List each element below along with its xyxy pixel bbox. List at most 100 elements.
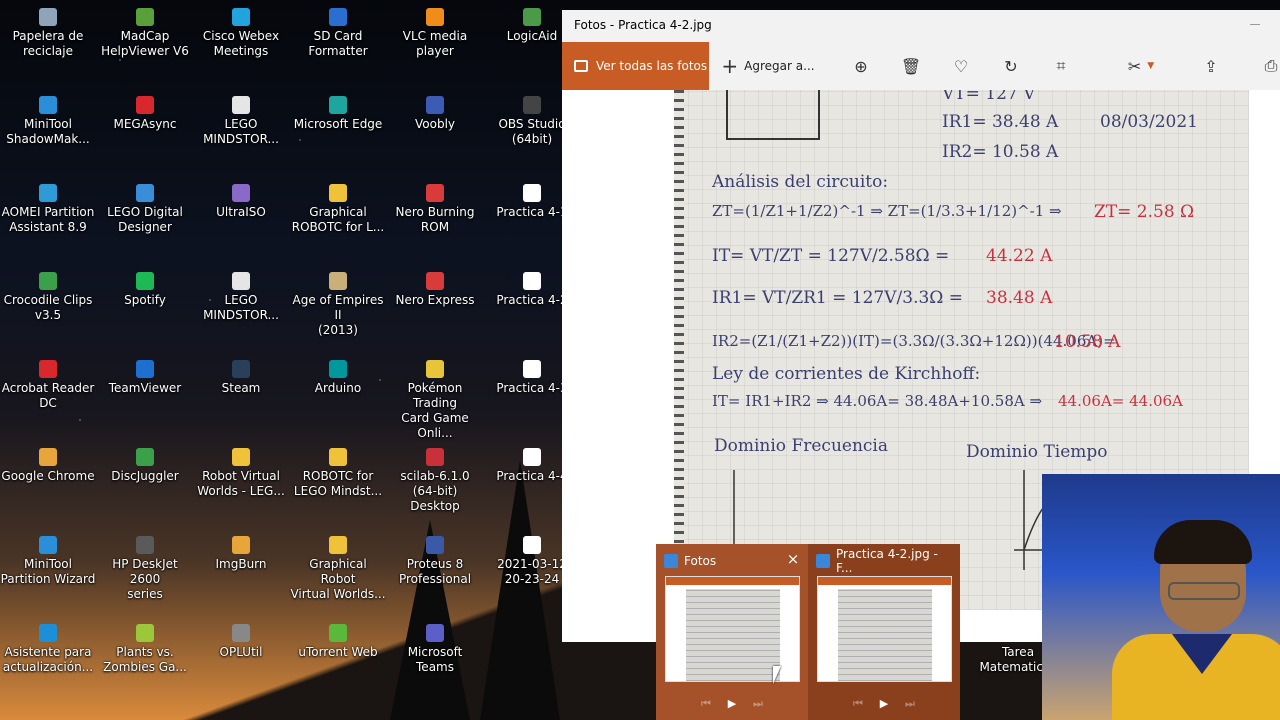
thumbnail-toolbar <box>818 577 951 585</box>
desktop-icon[interactable]: OPLUtil <box>193 624 289 660</box>
chevron-down-icon: ▼ <box>1147 61 1155 71</box>
desktop-icon[interactable]: Pokémon Trading Card Game Onli... <box>387 360 483 441</box>
edit-tools-icon: ✂ <box>1127 56 1142 76</box>
edit-button[interactable]: ✂ ▼ <box>1120 42 1162 90</box>
desktop-icon-label: VLC media player <box>402 29 468 58</box>
app-icon <box>426 624 444 642</box>
desktop-icon[interactable]: MiniTool Partition Wizard <box>0 536 96 587</box>
app-icon <box>329 448 347 466</box>
kirchhoff-result: 44.06A= 44.06A <box>1058 392 1183 410</box>
desktop-icon[interactable]: Nero Burning ROM <box>387 184 483 235</box>
app-icon <box>523 8 541 26</box>
desktop-icon[interactable]: scilab-6.1.0 (64-bit) Desktop <box>387 448 483 514</box>
play-icon[interactable]: ▶ <box>722 694 742 714</box>
desktop-icon[interactable]: Nero Express <box>387 272 483 308</box>
zoom-button[interactable]: ⊕ <box>846 42 876 90</box>
close-icon[interactable]: × <box>784 550 802 568</box>
desktop-icon[interactable]: LEGO MINDSTOR... <box>193 272 289 323</box>
desktop-icon[interactable]: Arduino <box>290 360 386 396</box>
desktop-icon[interactable]: SD Card Formatter <box>290 8 386 59</box>
desktop-icon[interactable]: LEGO Digital Designer <box>97 184 193 235</box>
desktop-icon[interactable]: VLC media player <box>387 8 483 59</box>
desktop-icon-label: Nero Express <box>395 293 475 307</box>
favorite-button[interactable]: ♡ <box>946 42 976 90</box>
date-text: 08/03/2021 <box>1100 112 1198 132</box>
desktop-icon[interactable]: Voobly <box>387 96 483 132</box>
mouse-cursor <box>773 666 781 684</box>
share-button[interactable]: ⇪ <box>1196 42 1226 90</box>
see-all-photos-button[interactable]: Ver todas las fotos <box>562 42 709 90</box>
previous-icon[interactable]: ⏮ <box>848 694 868 714</box>
desktop-icon[interactable]: Crocodile Clips v3.5 <box>0 272 96 323</box>
thumbnail-fotos[interactable]: Fotos × ⏮ ▶ ⏭ <box>656 544 808 720</box>
desktop-icon[interactable]: Microsoft Teams <box>387 624 483 675</box>
app-icon <box>39 8 57 26</box>
heart-icon: ♡ <box>953 56 969 76</box>
app-icon <box>232 624 250 642</box>
photos-gallery-icon <box>574 60 588 72</box>
rotate-button[interactable]: ↻ <box>996 42 1026 90</box>
more-button[interactable]: ⎙ <box>1262 42 1280 90</box>
app-icon <box>329 184 347 202</box>
zoom-in-icon: ⊕ <box>854 56 868 76</box>
desktop-icon[interactable]: ImgBurn <box>193 536 289 572</box>
desktop-icon[interactable]: Graphical Robot Virtual Worlds... <box>290 536 386 602</box>
desktop-icon[interactable]: Asistente para actualización... <box>0 624 96 675</box>
app-icon <box>329 536 347 554</box>
desktop-icon[interactable]: AOMEI Partition Assistant 8.9 <box>0 184 96 235</box>
crop-icon: ⌗ <box>1056 56 1066 75</box>
app-icon <box>232 96 250 114</box>
desktop-icon[interactable]: Plants vs. Zombies Ga... <box>97 624 193 675</box>
minimize-icon[interactable] <box>1250 24 1260 25</box>
desktop-icon[interactable]: uTorrent Web <box>290 624 386 660</box>
desktop-icon[interactable]: MEGAsync <box>97 96 193 132</box>
delete-button[interactable]: 🗑 <box>896 42 926 90</box>
desktop-icon[interactable]: ROBOTC for LEGO Mindst... <box>290 448 386 499</box>
app-icon <box>136 448 154 466</box>
circuit-sketch <box>726 90 820 140</box>
play-icon[interactable]: ▶ <box>874 694 894 714</box>
desktop-icon[interactable]: Spotify <box>97 272 193 308</box>
desktop-icon[interactable]: HP DeskJet 2600 series <box>97 536 193 602</box>
next-icon[interactable]: ⏭ <box>900 694 920 714</box>
thumbnail-toolbar <box>666 577 799 585</box>
app-icon <box>232 448 250 466</box>
desktop-icon-label: Proteus 8 Professional <box>398 557 472 586</box>
desktop-icon[interactable]: LEGO MINDSTOR... <box>193 96 289 147</box>
desktop-icon[interactable]: Graphical ROBOTC for L... <box>290 184 386 235</box>
desktop-icon-label: Papelera de reciclaje <box>12 29 84 58</box>
wallpaper-tree <box>480 460 560 720</box>
previous-icon[interactable]: ⏮ <box>696 694 716 714</box>
add-to-button[interactable]: + Agregar a... <box>718 42 818 90</box>
app-icon <box>232 360 250 378</box>
desktop-icon-label: LEGO MINDSTOR... <box>203 117 279 146</box>
desktop-icon[interactable]: MiniTool ShadowMak... <box>0 96 96 147</box>
app-icon <box>426 96 444 114</box>
desktop-icon[interactable]: Steam <box>193 360 289 396</box>
desktop-icon[interactable]: Cisco Webex Meetings <box>193 8 289 59</box>
desktop-icon[interactable]: Acrobat Reader DC <box>0 360 96 411</box>
desktop-icon-label: Pokémon Trading Card Game Onli... <box>401 381 469 440</box>
desktop-icon[interactable]: Microsoft Edge <box>290 96 386 132</box>
desktop-icon[interactable]: Proteus 8 Professional <box>387 536 483 587</box>
app-icon <box>426 536 444 554</box>
desktop-icon[interactable]: Robot Virtual Worlds - LEG... <box>193 448 289 499</box>
desktop-icon[interactable]: TeamViewer <box>97 360 193 396</box>
desktop-icon[interactable]: Age of Empires II (2013) <box>290 272 386 338</box>
crop-button[interactable]: ⌗ <box>1046 42 1076 90</box>
desktop-icon[interactable]: MadCap HelpViewer V6 <box>97 8 193 59</box>
desktop-icon[interactable]: Google Chrome <box>0 448 96 484</box>
next-icon[interactable]: ⏭ <box>748 694 768 714</box>
add-to-label: Agregar a... <box>744 59 815 73</box>
desktop-icon-label: Graphical Robot Virtual Worlds... <box>290 557 386 601</box>
thumbnail-practica[interactable]: Practica 4-2.jpg - F... ⏮ ▶ ⏭ <box>808 544 960 720</box>
desktop-icon[interactable]: DiscJuggler <box>97 448 193 484</box>
thumbnail-header: Fotos <box>664 552 800 570</box>
person-glasses <box>1168 582 1240 600</box>
desktop-icon-label: Asistente para actualización... <box>2 645 94 674</box>
desktop-icon-label: TeamViewer <box>108 381 182 395</box>
desktop-icon[interactable]: Papelera de reciclaje <box>0 8 96 59</box>
desktop-icon[interactable]: UltraISO <box>193 184 289 220</box>
app-icon <box>136 536 154 554</box>
ir1-result: 38.48 A <box>986 288 1053 308</box>
